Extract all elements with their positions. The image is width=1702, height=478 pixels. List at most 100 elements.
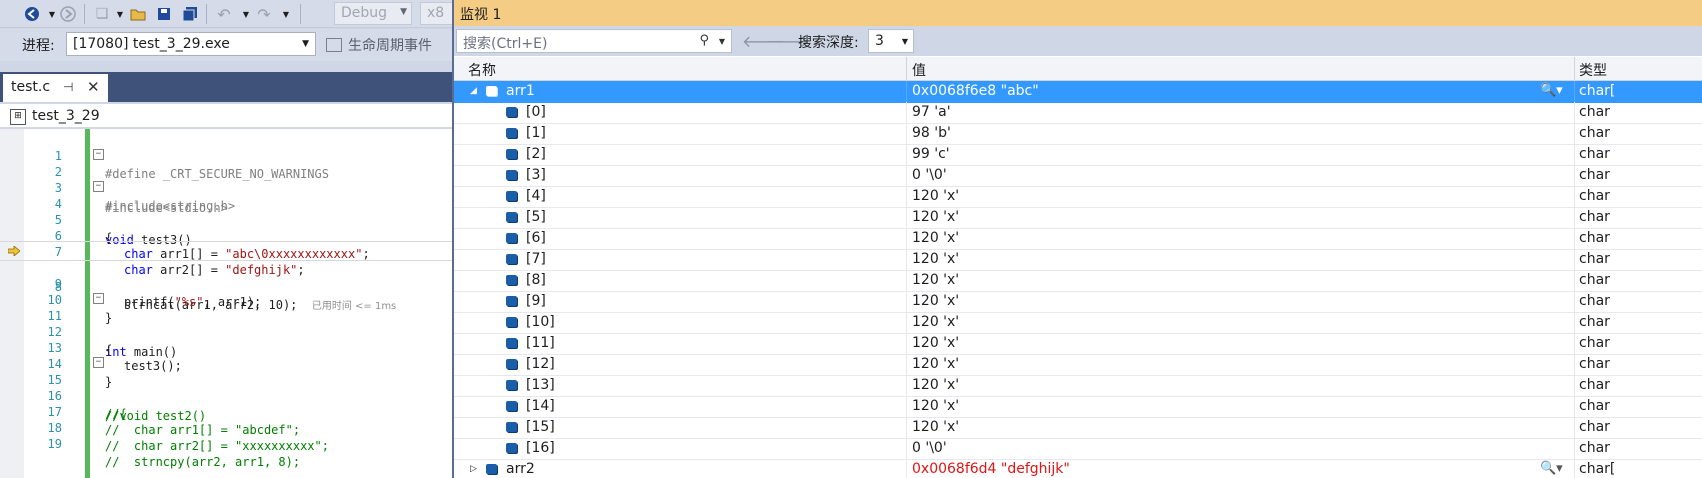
watch-value[interactable]: 120 'x' (912, 270, 959, 290)
open-file-icon[interactable] (128, 4, 148, 24)
watch-value[interactable]: 120 'x' (912, 207, 959, 227)
watch-name: [2] (526, 146, 546, 162)
watch-row[interactable]: [13] 120 'x' char (454, 375, 1702, 397)
watch-row[interactable]: [15] 120 'x' char (454, 417, 1702, 439)
watch-row[interactable]: [6] 120 'x' char (454, 228, 1702, 250)
watch-type: char (1579, 314, 1610, 330)
navigate-back-icon[interactable] (22, 4, 42, 24)
solution-configuration-combo[interactable]: Debug ▼ (334, 2, 412, 25)
search-depth-combo[interactable]: 3 ▼ (868, 29, 914, 53)
watch-row[interactable]: [0] 97 'a' char (454, 102, 1702, 124)
watch-value[interactable]: 120 'x' (912, 333, 959, 353)
collapse-icon[interactable]: − (93, 181, 104, 192)
process-label: 进程: (22, 38, 55, 54)
lifecycle-events-label: 生命周期事件 (348, 38, 432, 54)
watch-row[interactable]: [8] 120 'x' char (454, 270, 1702, 292)
collapse-icon[interactable]: ◢ (470, 81, 477, 101)
lifecycle-events-button[interactable]: 生命周期事件 (326, 35, 432, 55)
search-icon[interactable]: ⚲ (699, 33, 709, 48)
chevron-down-icon: ▼ (901, 37, 908, 46)
watch-value[interactable]: 120 'x' (912, 186, 959, 206)
save-all-icon[interactable] (180, 4, 200, 24)
process-combo[interactable]: [17080] test_3_29.exe ▼ (66, 32, 316, 56)
navigation-bar[interactable]: ⊞ test_3_29 (0, 104, 452, 128)
watch-value[interactable]: 120 'x' (912, 228, 959, 248)
watch-type: char[ (1579, 83, 1616, 99)
watch-value[interactable]: 120 'x' (912, 249, 959, 269)
visualizer-magnifier-icon[interactable]: 🔍▾ (1540, 81, 1563, 101)
expand-icon[interactable]: ▷ (470, 459, 477, 478)
watch-value[interactable]: 120 'x' (912, 375, 959, 395)
watch-row-arr1[interactable]: ◢ arr1 0x0068f6e8 "abc" 🔍▾ char[ (454, 81, 1702, 103)
watch-value[interactable]: 0 '\0' (912, 438, 947, 458)
watch-row[interactable]: [2] 99 'c' char (454, 144, 1702, 166)
watch-value[interactable]: 120 'x' (912, 396, 959, 416)
watch-toolbar: 搜索(Ctrl+E) ⚲ ▼ 🡐 🡒 搜索深度: 3 ▼ (454, 26, 1702, 56)
watch-value[interactable]: 97 'a' (912, 102, 951, 122)
watch-window-title[interactable]: 监视 1 (454, 0, 1702, 26)
watch-value-changed[interactable]: 0x0068f6d4 "defghijk" (912, 459, 1070, 478)
watch-name: [9] (526, 293, 546, 309)
new-item-icon[interactable]: ❏ (92, 4, 112, 24)
new-item-dropdown-icon[interactable]: ▼ (110, 4, 130, 24)
watch-row[interactable]: [1] 98 'b' char (454, 123, 1702, 145)
watch-row[interactable]: [3] 0 '\0' char (454, 165, 1702, 187)
collapse-icon[interactable]: − (93, 357, 104, 368)
watch-name: arr2 (506, 461, 535, 477)
variable-icon (506, 275, 517, 285)
visualizer-magnifier-icon[interactable]: 🔍▾ (1540, 459, 1563, 478)
column-header-type[interactable]: 类型 (1579, 60, 1607, 80)
watch-value[interactable]: 99 'c' (912, 144, 950, 164)
watch-row[interactable]: [14] 120 'x' char (454, 396, 1702, 418)
project-scope: test_3_29 (32, 108, 100, 124)
variable-icon (506, 107, 517, 117)
save-icon[interactable] (154, 4, 174, 24)
search-depth-value: 3 (875, 33, 884, 49)
watch-row[interactable]: [12] 120 'x' char (454, 354, 1702, 376)
column-header-value[interactable]: 值 (912, 60, 926, 80)
watch-value[interactable]: 0x0068f6e8 "abc" (912, 81, 1039, 101)
watch-type: char (1579, 419, 1610, 435)
watch-value[interactable]: 120 'x' (912, 354, 959, 374)
watch-value[interactable]: 120 'x' (912, 312, 959, 332)
variable-icon (506, 422, 517, 432)
code-editor[interactable]: 1 #define _CRT_SECURE_NO_WARNINGS 2 − #i… (0, 129, 452, 478)
watch-row[interactable]: [16] 0 '\0' char (454, 438, 1702, 460)
watch-name: [16] (526, 440, 555, 456)
redo-dropdown-icon[interactable]: ▼ (276, 4, 296, 24)
watch-name: [0] (526, 104, 546, 120)
watch-row[interactable]: [4] 120 'x' char (454, 186, 1702, 208)
watch-type: char (1579, 104, 1610, 120)
watch-type: char (1579, 167, 1610, 183)
process-value: [17080] test_3_29.exe (73, 36, 230, 52)
close-icon[interactable]: ✕ (87, 78, 100, 96)
watch-value[interactable]: 120 'x' (912, 417, 959, 437)
solution-platform-combo[interactable]: x8 (420, 2, 452, 25)
watch-row[interactable]: [10] 120 'x' char (454, 312, 1702, 334)
watch-type: char (1579, 377, 1610, 393)
search-options-dropdown-icon[interactable]: ▼ (719, 37, 725, 46)
tab-test-c[interactable]: test.c ⊣ ✕ (3, 74, 108, 102)
variable-icon (506, 233, 517, 243)
watch-value[interactable]: 0 '\0' (912, 165, 947, 185)
variable-icon (506, 380, 517, 390)
watch-value[interactable]: 120 'x' (912, 291, 959, 311)
redo-icon[interactable]: ↷ (254, 4, 274, 24)
variable-icon (486, 86, 497, 96)
pin-icon[interactable]: ⊣ (63, 80, 73, 94)
watch-value[interactable]: 98 'b' (912, 123, 951, 143)
watch-name: [1] (526, 125, 546, 141)
watch-row[interactable]: [9] 120 'x' char (454, 291, 1702, 313)
collapse-icon[interactable]: − (93, 149, 104, 160)
watch-search-input[interactable]: 搜索(Ctrl+E) ⚲ ▼ (456, 29, 732, 53)
undo-icon[interactable]: ↶ (214, 4, 234, 24)
watch-row[interactable]: [5] 120 'x' char (454, 207, 1702, 229)
watch-row-arr2[interactable]: ▷ arr2 0x0068f6d4 "defghijk" 🔍▾ char[ (454, 459, 1702, 478)
watch-type: char (1579, 293, 1610, 309)
undo-dropdown-icon[interactable]: ▼ (236, 4, 256, 24)
column-header-name[interactable]: 名称 (468, 60, 496, 80)
navigate-forward-icon[interactable] (58, 4, 78, 24)
watch-row[interactable]: [11] 120 'x' char (454, 333, 1702, 355)
watch-row[interactable]: [7] 120 'x' char (454, 249, 1702, 271)
collapse-icon[interactable]: − (93, 293, 104, 304)
